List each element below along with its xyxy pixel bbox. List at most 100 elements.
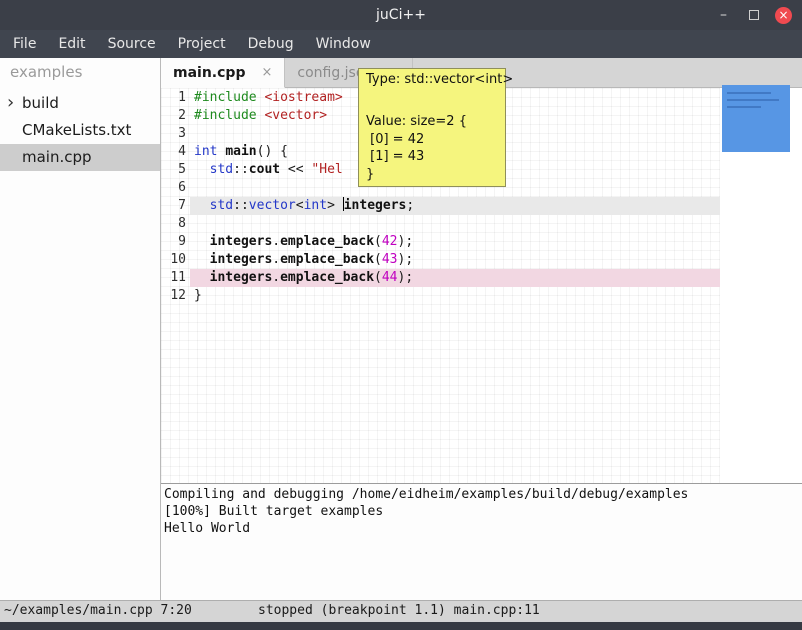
code-token: .: [272, 270, 280, 285]
code-token: <: [296, 198, 304, 213]
minimap-mark: [727, 92, 771, 94]
tooltip-value-line: [0] = 42: [366, 131, 498, 149]
code-token: (: [374, 270, 382, 285]
code-token: [194, 162, 210, 177]
code-token: .: [272, 234, 280, 249]
code-line-8[interactable]: 8: [161, 215, 802, 233]
file-tree: › build CMakeLists.txt main.cpp: [0, 90, 160, 171]
line-number: 12: [161, 287, 190, 305]
statusbar-debug-status: stopped (breakpoint 1.1) main.cpp:11: [258, 603, 540, 618]
line-number: 4: [161, 143, 190, 161]
code-token: #include: [194, 90, 257, 105]
sidebar-item-build[interactable]: › build: [0, 90, 160, 117]
code-token: () {: [257, 144, 288, 159]
titlebar: juCi++ – ×: [0, 0, 802, 30]
code-line-11[interactable]: 11 integers.emplace_back(44);: [161, 269, 802, 287]
tab-close-icon[interactable]: ×: [261, 65, 272, 80]
tooltip-value-block: Value: size=2 { [0] = 42 [1] = 43}: [366, 113, 498, 183]
code-token: std: [210, 198, 233, 213]
code-token: main: [225, 144, 256, 159]
code-line-content: integers.emplace_back(42);: [190, 233, 720, 251]
code-token: (: [374, 252, 382, 267]
code-token: int: [304, 198, 327, 213]
code-line-content: integers.emplace_back(43);: [190, 251, 720, 269]
line-number: 2: [161, 107, 190, 125]
menu-debug[interactable]: Debug: [237, 30, 305, 58]
terminal-line: [100%] Built target examples: [164, 503, 799, 520]
code-token: vector: [249, 198, 296, 213]
code-token: }: [194, 288, 202, 303]
code-line-content: integers.emplace_back(44);: [190, 269, 720, 287]
line-number: 8: [161, 215, 190, 233]
code-line-content: std::vector<int> integers;: [190, 197, 720, 215]
code-line-10[interactable]: 10 integers.emplace_back(43);: [161, 251, 802, 269]
code-token: cout: [249, 162, 280, 177]
code-token: int: [194, 144, 217, 159]
sidebar-item-label: CMakeLists.txt: [22, 121, 131, 139]
menu-file[interactable]: File: [2, 30, 47, 58]
code-token: [194, 234, 210, 249]
menubar: FileEditSourceProjectDebugWindow: [0, 30, 802, 58]
minimap-mark: [727, 99, 779, 101]
code-token: ::: [233, 198, 249, 213]
main-area: main.cpp×config.json× 1#include <iostrea…: [161, 58, 802, 600]
tab-label: main.cpp: [173, 65, 245, 81]
code-token: "Hel: [311, 162, 342, 177]
minimize-button[interactable]: –: [715, 7, 732, 24]
menu-source[interactable]: Source: [97, 30, 167, 58]
code-token: );: [398, 252, 414, 267]
scroll-overview-minimap[interactable]: [722, 85, 790, 152]
minimap-mark: [727, 106, 761, 108]
line-number: 10: [161, 251, 190, 269]
debug-value-tooltip: Type: std::vector<int> Value: size=2 { […: [358, 68, 506, 187]
line-number: 9: [161, 233, 190, 251]
window-controls: – ×: [715, 0, 792, 30]
code-line-9[interactable]: 9 integers.emplace_back(42);: [161, 233, 802, 251]
close-button[interactable]: ×: [775, 7, 792, 24]
tooltip-value-line: [1] = 43: [366, 148, 498, 166]
code-token: emplace_back: [280, 252, 374, 267]
window-title: juCi++: [0, 0, 802, 30]
sidebar-header: examples: [0, 58, 160, 90]
code-token: <iostream>: [264, 90, 342, 105]
code-line-12[interactable]: 12}: [161, 287, 802, 305]
code-line-7[interactable]: 7 std::vector<int> integers;: [161, 197, 802, 215]
code-token: emplace_back: [280, 270, 374, 285]
code-token: integers: [210, 252, 273, 267]
chevron-right-icon: ›: [7, 90, 14, 115]
code-token: );: [398, 234, 414, 249]
restore-button[interactable]: [745, 7, 762, 24]
sidebar-item-main-cpp[interactable]: main.cpp: [0, 144, 160, 171]
terminal-line: Compiling and debugging /home/eidheim/ex…: [164, 486, 799, 503]
code-token: <vector>: [264, 108, 327, 123]
line-number: 3: [161, 125, 190, 143]
menu-project[interactable]: Project: [167, 30, 237, 58]
sidebar-item-cmakelists-txt[interactable]: CMakeLists.txt: [0, 117, 160, 144]
tooltip-type-line: Type: std::vector<int>: [366, 72, 498, 89]
sidebar-item-label: main.cpp: [22, 148, 92, 166]
code-token: <<: [280, 162, 311, 177]
code-token: 43: [382, 252, 398, 267]
sidebar-item-label: build: [22, 94, 59, 112]
code-token: integers: [210, 234, 273, 249]
app-window: juCi++ – × FileEditSourceProjectDebugWin…: [0, 0, 802, 630]
tab-main-cpp[interactable]: main.cpp ×: [161, 58, 285, 88]
code-token: [194, 270, 210, 285]
terminal-panel[interactable]: Compiling and debugging /home/eidheim/ex…: [161, 483, 802, 600]
file-tree-sidebar: examples › build CMakeLists.txt main.cpp: [0, 58, 161, 600]
menu-window[interactable]: Window: [305, 30, 382, 58]
code-token: ;: [406, 198, 414, 213]
line-number: 6: [161, 179, 190, 197]
line-number: 11: [161, 269, 190, 287]
code-token: 44: [382, 270, 398, 285]
line-number: 7: [161, 197, 190, 215]
menu-edit[interactable]: Edit: [47, 30, 96, 58]
code-line-content: [190, 215, 720, 233]
restore-icon: [749, 10, 759, 20]
code-token: integers: [344, 198, 407, 213]
code-token: std: [210, 162, 233, 177]
tooltip-value-line: Value: size=2 {: [366, 113, 498, 131]
code-token: [194, 252, 210, 267]
code-token: ::: [233, 162, 249, 177]
code-token: .: [272, 252, 280, 267]
